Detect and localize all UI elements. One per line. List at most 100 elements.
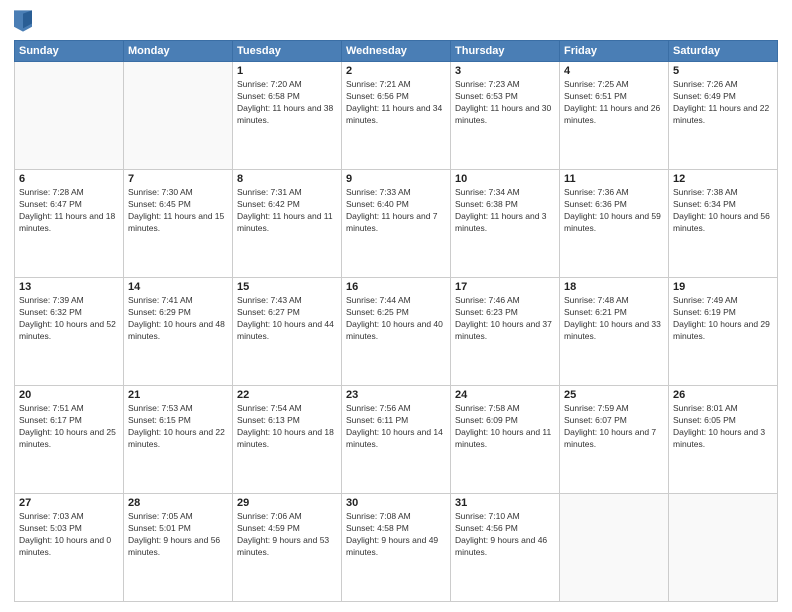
day-number: 12	[673, 173, 773, 185]
day-number: 3	[455, 65, 555, 77]
day-info: Sunrise: 7:31 AM Sunset: 6:42 PM Dayligh…	[237, 187, 337, 235]
weekday-header-thursday: Thursday	[451, 41, 560, 62]
day-cell: 4Sunrise: 7:25 AM Sunset: 6:51 PM Daylig…	[560, 62, 669, 170]
weekday-header-saturday: Saturday	[669, 41, 778, 62]
day-info: Sunrise: 7:48 AM Sunset: 6:21 PM Dayligh…	[564, 295, 664, 343]
day-cell: 3 Sunrise: 7:23 AM Sunset: 6:53 PM Daylig…	[451, 62, 560, 170]
day-info: Sunrise: 7:51 AM Sunset: 6:17 PM Dayligh…	[19, 403, 119, 451]
calendar-body: 1 Sunrise: 7:20 AM Sunset: 6:58 PM Daylig…	[15, 62, 778, 602]
day-number: 22	[237, 389, 337, 401]
day-info: Sunrise: 7:26 AM Sunset: 6:49 PM Dayligh…	[673, 79, 773, 127]
logo	[14, 10, 34, 32]
day-cell: 9Sunrise: 7:33 AM Sunset: 6:40 PM Daylig…	[342, 170, 451, 278]
day-cell	[669, 494, 778, 602]
day-cell: 7Sunrise: 7:30 AM Sunset: 6:45 PM Daylig…	[124, 170, 233, 278]
day-cell: 28 Sunrise: 7:05 AM Sunset: 5:01 PM Dayli…	[124, 494, 233, 602]
day-info: Sunrise: 7:49 AM Sunset: 6:19 PM Dayligh…	[673, 295, 773, 343]
day-number: 24	[455, 389, 555, 401]
day-info: Sunrise: 7:39 AM Sunset: 6:32 PM Dayligh…	[19, 295, 119, 343]
day-info: Sunrise: 7:56 AM Sunset: 6:11 PM Dayligh…	[346, 403, 446, 451]
day-cell: 31Sunrise: 7:10 AM Sunset: 4:56 PM Dayli…	[451, 494, 560, 602]
day-number: 5	[673, 65, 773, 77]
day-number: 11	[564, 173, 664, 185]
day-info: Sunrise: 7:38 AM Sunset: 6:34 PM Dayligh…	[673, 187, 773, 235]
day-cell	[124, 62, 233, 170]
day-info: Sunrise: 7:08 AM Sunset: 4:58 PM Dayligh…	[346, 511, 446, 559]
day-cell	[15, 62, 124, 170]
week-row-2: 6Sunrise: 7:28 AM Sunset: 6:47 PM Daylig…	[15, 170, 778, 278]
day-number: 16	[346, 281, 446, 293]
day-number: 19	[673, 281, 773, 293]
day-cell: 16 Sunrise: 7:44 AM Sunset: 6:25 PM Dayli…	[342, 278, 451, 386]
day-number: 4	[564, 65, 664, 77]
day-number: 20	[19, 389, 119, 401]
header	[14, 10, 778, 32]
day-info: Sunrise: 7:54 AM Sunset: 6:13 PM Dayligh…	[237, 403, 337, 451]
day-info: Sunrise: 7:43 AM Sunset: 6:27 PM Dayligh…	[237, 295, 337, 343]
day-number: 9	[346, 173, 446, 185]
day-number: 21	[128, 389, 228, 401]
weekday-header-monday: Monday	[124, 41, 233, 62]
week-row-3: 13 Sunrise: 7:39 AM Sunset: 6:32 PM Dayli…	[15, 278, 778, 386]
day-number: 13	[19, 281, 119, 293]
day-cell: 13 Sunrise: 7:39 AM Sunset: 6:32 PM Dayli…	[15, 278, 124, 386]
day-info: Sunrise: 7:58 AM Sunset: 6:09 PM Dayligh…	[455, 403, 555, 451]
day-cell: 14 Sunrise: 7:41 AM Sunset: 6:29 PM Dayli…	[124, 278, 233, 386]
day-cell: 29 Sunrise: 7:06 AM Sunset: 4:59 PM Dayli…	[233, 494, 342, 602]
logo-icon	[14, 10, 32, 32]
weekday-header-sunday: Sunday	[15, 41, 124, 62]
day-cell: 21Sunrise: 7:53 AM Sunset: 6:15 PM Dayli…	[124, 386, 233, 494]
day-number: 25	[564, 389, 664, 401]
day-number: 7	[128, 173, 228, 185]
calendar-header: SundayMondayTuesdayWednesdayThursdayFrid…	[15, 41, 778, 62]
day-cell: 27 Sunrise: 7:03 AM Sunset: 5:03 PM Dayli…	[15, 494, 124, 602]
day-cell: 26Sunrise: 8:01 AM Sunset: 6:05 PM Dayli…	[669, 386, 778, 494]
day-cell: 22 Sunrise: 7:54 AM Sunset: 6:13 PM Dayli…	[233, 386, 342, 494]
day-cell: 11Sunrise: 7:36 AM Sunset: 6:36 PM Dayli…	[560, 170, 669, 278]
day-cell: 20 Sunrise: 7:51 AM Sunset: 6:17 PM Dayli…	[15, 386, 124, 494]
day-number: 10	[455, 173, 555, 185]
weekday-header-friday: Friday	[560, 41, 669, 62]
day-number: 29	[237, 497, 337, 509]
day-cell: 1 Sunrise: 7:20 AM Sunset: 6:58 PM Daylig…	[233, 62, 342, 170]
day-cell: 12 Sunrise: 7:38 AM Sunset: 6:34 PM Dayli…	[669, 170, 778, 278]
day-cell: 30Sunrise: 7:08 AM Sunset: 4:58 PM Dayli…	[342, 494, 451, 602]
day-number: 2	[346, 65, 446, 77]
day-cell: 19 Sunrise: 7:49 AM Sunset: 6:19 PM Dayli…	[669, 278, 778, 386]
day-number: 8	[237, 173, 337, 185]
day-info: Sunrise: 7:59 AM Sunset: 6:07 PM Dayligh…	[564, 403, 664, 451]
day-cell	[560, 494, 669, 602]
day-cell: 8 Sunrise: 7:31 AM Sunset: 6:42 PM Daylig…	[233, 170, 342, 278]
day-number: 28	[128, 497, 228, 509]
page: SundayMondayTuesdayWednesdayThursdayFrid…	[0, 0, 792, 612]
weekday-header-wednesday: Wednesday	[342, 41, 451, 62]
day-cell: 15 Sunrise: 7:43 AM Sunset: 6:27 PM Dayli…	[233, 278, 342, 386]
week-row-5: 27 Sunrise: 7:03 AM Sunset: 5:03 PM Dayli…	[15, 494, 778, 602]
day-info: Sunrise: 7:23 AM Sunset: 6:53 PM Dayligh…	[455, 79, 555, 127]
day-info: Sunrise: 7:05 AM Sunset: 5:01 PM Dayligh…	[128, 511, 228, 559]
week-row-1: 1 Sunrise: 7:20 AM Sunset: 6:58 PM Daylig…	[15, 62, 778, 170]
day-info: Sunrise: 7:46 AM Sunset: 6:23 PM Dayligh…	[455, 295, 555, 343]
weekday-header-tuesday: Tuesday	[233, 41, 342, 62]
day-cell: 18Sunrise: 7:48 AM Sunset: 6:21 PM Dayli…	[560, 278, 669, 386]
day-number: 14	[128, 281, 228, 293]
day-info: Sunrise: 7:06 AM Sunset: 4:59 PM Dayligh…	[237, 511, 337, 559]
day-cell: 17 Sunrise: 7:46 AM Sunset: 6:23 PM Dayli…	[451, 278, 560, 386]
day-cell: 10 Sunrise: 7:34 AM Sunset: 6:38 PM Dayli…	[451, 170, 560, 278]
day-info: Sunrise: 7:44 AM Sunset: 6:25 PM Dayligh…	[346, 295, 446, 343]
day-number: 15	[237, 281, 337, 293]
day-info: Sunrise: 7:20 AM Sunset: 6:58 PM Dayligh…	[237, 79, 337, 127]
day-number: 27	[19, 497, 119, 509]
day-info: Sunrise: 7:03 AM Sunset: 5:03 PM Dayligh…	[19, 511, 119, 559]
day-number: 17	[455, 281, 555, 293]
day-info: Sunrise: 7:10 AM Sunset: 4:56 PM Dayligh…	[455, 511, 555, 559]
day-number: 1	[237, 65, 337, 77]
calendar-table: SundayMondayTuesdayWednesdayThursdayFrid…	[14, 40, 778, 602]
day-info: Sunrise: 7:34 AM Sunset: 6:38 PM Dayligh…	[455, 187, 555, 235]
day-cell: 2 Sunrise: 7:21 AM Sunset: 6:56 PM Daylig…	[342, 62, 451, 170]
day-info: Sunrise: 7:21 AM Sunset: 6:56 PM Dayligh…	[346, 79, 446, 127]
day-info: Sunrise: 7:28 AM Sunset: 6:47 PM Dayligh…	[19, 187, 119, 235]
day-number: 26	[673, 389, 773, 401]
day-info: Sunrise: 7:41 AM Sunset: 6:29 PM Dayligh…	[128, 295, 228, 343]
week-row-4: 20 Sunrise: 7:51 AM Sunset: 6:17 PM Dayli…	[15, 386, 778, 494]
